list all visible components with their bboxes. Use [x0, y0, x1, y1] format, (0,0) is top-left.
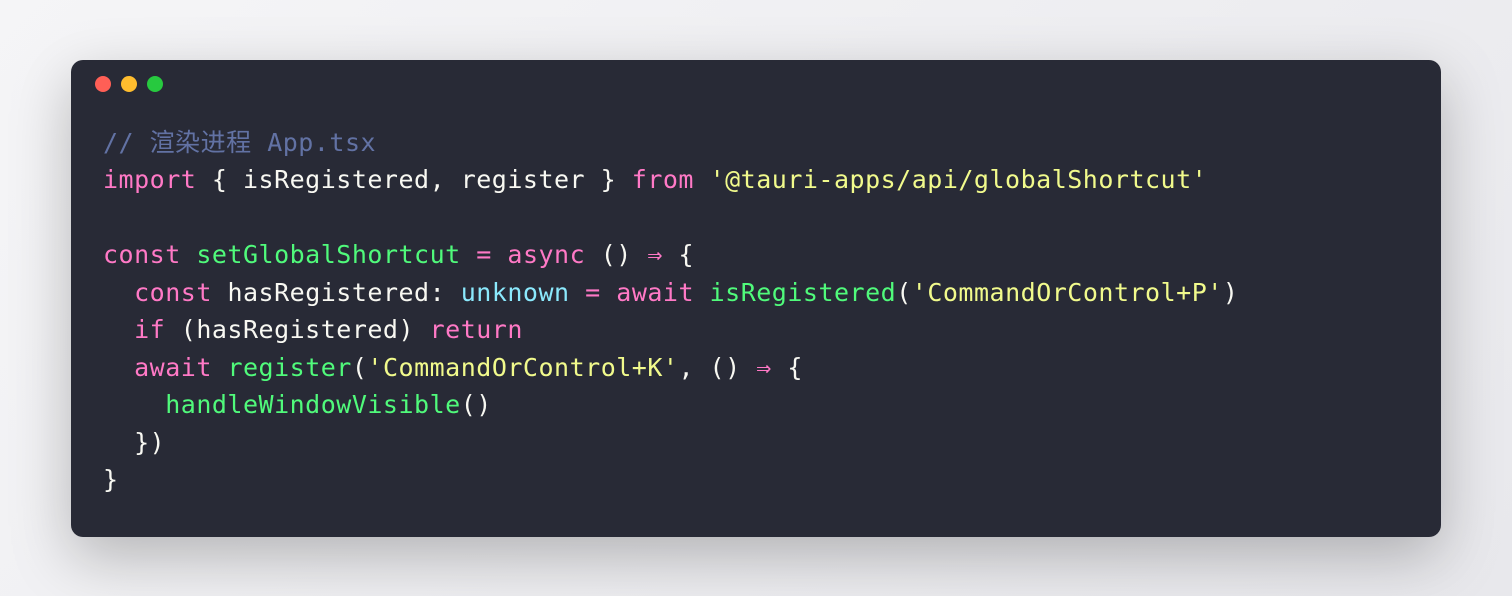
- code-token-punct: [212, 353, 228, 382]
- code-token-punct: [103, 278, 134, 307]
- code-token-keyword: return: [430, 315, 523, 344]
- code-token-punct: [181, 240, 197, 269]
- code-token-punct: [103, 353, 134, 382]
- code-token-punct: , (): [678, 353, 756, 382]
- code-token-keyword: =: [585, 278, 601, 307]
- code-token-punct: [601, 278, 617, 307]
- code-token-keyword: const: [103, 240, 181, 269]
- code-token-ident: hasRegistered: [227, 278, 429, 307]
- code-token-keyword: await: [616, 278, 694, 307]
- code-token-keyword: =: [476, 240, 492, 269]
- code-token-punct: (: [352, 353, 368, 382]
- code-token-punct: [570, 278, 586, 307]
- code-token-keyword: from: [632, 165, 694, 194]
- code-token-string: 'CommandOrControl+K': [367, 353, 678, 382]
- code-token-keyword: import: [103, 165, 196, 194]
- code-token-punct: }): [103, 428, 165, 457]
- code-token-punct: (): [585, 240, 647, 269]
- zoom-icon[interactable]: [147, 76, 163, 92]
- code-token-keyword: await: [134, 353, 212, 382]
- code-token-func: handleWindowVisible: [165, 390, 460, 419]
- code-token-punct: [103, 390, 165, 419]
- code-token-punct: }: [585, 165, 632, 194]
- code-token-keyword: ⇒: [647, 240, 663, 269]
- code-token-punct: {: [772, 353, 803, 382]
- window-titlebar: [71, 60, 1441, 108]
- code-token-punct: [103, 315, 134, 344]
- code-token-punct: [694, 165, 710, 194]
- code-token-keyword: ⇒: [756, 353, 772, 382]
- code-token-comment: // 渲染进程 App.tsx: [103, 128, 376, 157]
- code-window: // 渲染进程 App.tsx import { isRegistered, r…: [71, 60, 1441, 537]
- code-token-punct: {: [663, 240, 694, 269]
- code-token-ident: isRegistered: [243, 165, 430, 194]
- code-token-punct: ,: [430, 165, 461, 194]
- minimize-icon[interactable]: [121, 76, 137, 92]
- code-token-punct: ): [1223, 278, 1239, 307]
- code-token-punct: [492, 240, 508, 269]
- code-token-punct: {: [196, 165, 243, 194]
- code-token-func: isRegistered: [710, 278, 897, 307]
- code-token-func: setGlobalShortcut: [196, 240, 460, 269]
- close-icon[interactable]: [95, 76, 111, 92]
- code-token-string: '@tauri-apps/api/globalShortcut': [710, 165, 1208, 194]
- code-token-keyword: const: [134, 278, 212, 307]
- code-token-punct: (: [896, 278, 912, 307]
- code-token-punct: (): [461, 390, 492, 419]
- code-token-ident: register: [461, 165, 585, 194]
- code-token-keyword: if: [134, 315, 165, 344]
- code-token-punct: }: [103, 465, 119, 494]
- code-token-string: 'CommandOrControl+P': [912, 278, 1223, 307]
- code-token-punct: :: [430, 278, 461, 307]
- code-token-punct: (hasRegistered): [165, 315, 429, 344]
- code-token-func: register: [227, 353, 351, 382]
- code-token-type: unknown: [461, 278, 570, 307]
- code-token-keyword: async: [507, 240, 585, 269]
- code-token-punct: [212, 278, 228, 307]
- code-token-punct: [694, 278, 710, 307]
- code-token-punct: [461, 240, 477, 269]
- code-block: // 渲染进程 App.tsx import { isRegistered, r…: [71, 108, 1441, 507]
